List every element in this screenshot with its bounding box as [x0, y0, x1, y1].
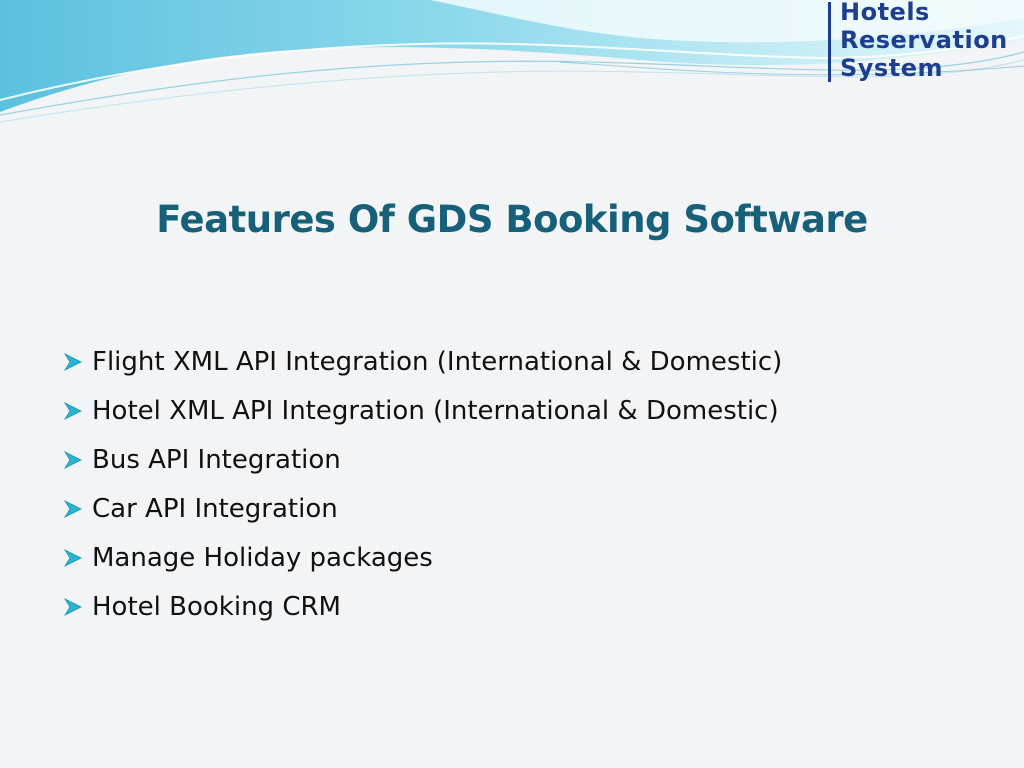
logo-line-3: System	[840, 54, 943, 82]
arrow-right-icon	[63, 401, 82, 420]
arrow-right-icon	[63, 548, 82, 567]
logo-line-1: Hotels	[840, 0, 930, 26]
logo-bar	[828, 2, 831, 82]
arrow-right-icon	[63, 499, 82, 518]
list-item-text: Hotel Booking CRM	[92, 591, 341, 622]
list-item: Hotel XML API Integration (International…	[62, 386, 782, 435]
list-item-text: Manage Holiday packages	[92, 542, 433, 573]
arrow-right-icon	[63, 597, 82, 616]
logo-line-2: Reservation	[840, 26, 1008, 54]
hotels-reservation-system-logo: Hotels Reservation System	[828, 0, 1024, 84]
feature-list: Flight XML API Integration (Internationa…	[62, 337, 782, 631]
list-item-text: Car API Integration	[92, 493, 338, 524]
slide: Hotels Reservation System Features Of GD…	[0, 0, 1024, 768]
list-item: Hotel Booking CRM	[62, 582, 782, 631]
list-item-text: Hotel XML API Integration (International…	[92, 395, 779, 426]
arrow-right-icon	[63, 352, 82, 371]
list-item: Car API Integration	[62, 484, 782, 533]
arrow-right-icon	[63, 450, 82, 469]
list-item: Manage Holiday packages	[62, 533, 782, 582]
list-item-text: Bus API Integration	[92, 444, 341, 475]
list-item: Flight XML API Integration (Internationa…	[62, 337, 782, 386]
list-item: Bus API Integration	[62, 435, 782, 484]
slide-title: Features Of GDS Booking Software	[156, 198, 868, 241]
list-item-text: Flight XML API Integration (Internationa…	[92, 346, 783, 377]
